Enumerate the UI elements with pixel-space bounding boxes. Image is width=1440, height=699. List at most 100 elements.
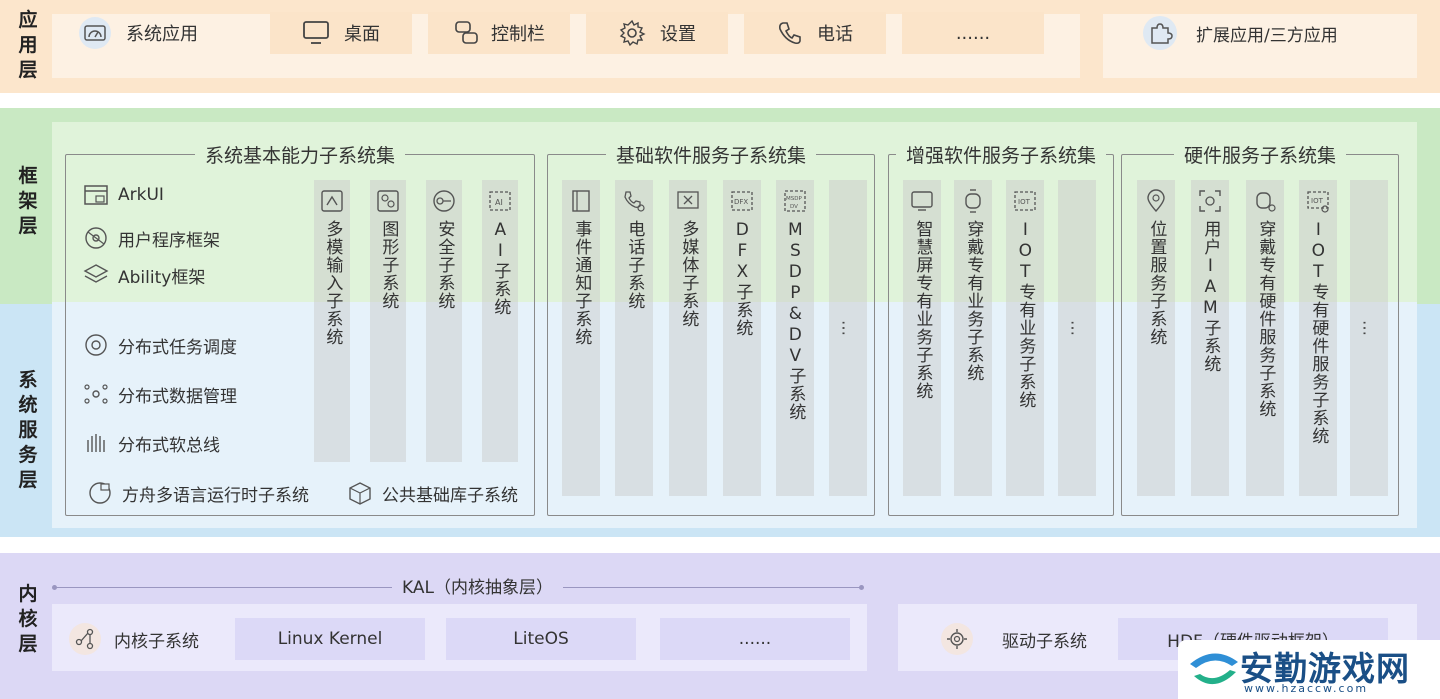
cap-item-arkui: ArkUI — [82, 182, 164, 208]
kernel-item-linux: Linux Kernel — [235, 618, 425, 660]
col-label: 位置服务子系统 — [1146, 220, 1167, 346]
col-ai: AI AI子系统 — [482, 180, 518, 462]
col-label: DFX子系统 — [732, 220, 753, 337]
msdp-icon: MSDP DV — [784, 190, 806, 212]
svg-text:MSDP: MSDP — [786, 196, 802, 202]
watermark-logo-icon — [1190, 653, 1238, 685]
col-telephony: 电话子系统 — [615, 180, 653, 496]
system-app-item: 系统应用 — [78, 12, 198, 54]
col-iot: IOT IOT专有业务子系统 — [1006, 180, 1044, 496]
layer-label-framework: 框 架 层 — [18, 165, 38, 237]
kernel-item-liteos: LiteOS — [446, 618, 636, 660]
col-wearable: 穿戴专有业务子系统 — [954, 180, 992, 496]
col-enhanced-more: … — [1058, 180, 1096, 496]
media-icon — [677, 191, 699, 209]
screen-icon — [911, 191, 933, 211]
target-icon — [85, 334, 107, 356]
cap-item-dist-data: 分布式数据管理 — [82, 381, 237, 407]
col-label: AI子系统 — [490, 220, 511, 316]
kal-label: KAL（内核抽象层） — [392, 573, 563, 598]
svg-text:AI: AI — [495, 198, 503, 207]
monitor-icon — [303, 21, 329, 44]
col-label: IOT专有业务子系统 — [1015, 220, 1036, 409]
cap-label: ArkUI — [118, 185, 164, 205]
kernel-subsystem-label: 内核子系统 — [114, 631, 199, 652]
app-item-label: 桌面 — [344, 24, 380, 45]
app-item-desktop: 桌面 — [270, 12, 412, 54]
runtime-icon — [89, 482, 111, 504]
group-title-hardware: 硬件服务子系统集 — [1173, 145, 1346, 167]
col-label: 事件通知子系统 — [571, 220, 592, 346]
col-graphics: 图形子系统 — [370, 180, 406, 462]
cap-item-softbus: 分布式软总线 — [82, 430, 220, 456]
group-title-basic: 系统基本能力子系统集 — [194, 145, 405, 167]
app-item-settings: 设置 — [586, 12, 728, 54]
col-multimodal-input: 多模输入子系统 — [314, 180, 350, 462]
layer-label-kernel: 内 核 层 — [18, 583, 38, 655]
key-icon — [433, 190, 455, 212]
app-item-more: ...... — [902, 12, 1044, 54]
driver-subsystem-item: 驱动子系统 — [940, 622, 1087, 656]
app-item-extended: 扩展应用/三方应用 — [1142, 12, 1338, 54]
app-item-control-bar: 控制栏 — [428, 12, 570, 54]
col-label: IOT专有硬件服务子系统 — [1308, 220, 1329, 445]
watch-gear-icon — [1256, 192, 1276, 212]
dashboard-icon — [79, 17, 111, 49]
svg-text:DV: DV — [790, 204, 798, 210]
col-label: 穿戴专有硬件服务子系统 — [1255, 220, 1276, 418]
cap-item-ability: Ability框架 — [82, 262, 205, 288]
col-label: 安全子系统 — [434, 220, 455, 310]
cap-label: 用户程序框架 — [118, 230, 220, 251]
driver-gear-icon — [941, 623, 973, 655]
cap-label: 公共基础库子系统 — [382, 485, 518, 506]
col-software-more: … — [829, 180, 867, 496]
col-label: 多模输入子系统 — [322, 220, 343, 346]
app-item-label: 控制栏 — [491, 24, 545, 45]
kernel-nodes-icon — [69, 623, 101, 655]
col-hardware-more: … — [1350, 180, 1388, 496]
col-label: 智慧屏专有业务子系统 — [912, 220, 933, 400]
col-user-iam: 用户IAM子系统 — [1191, 180, 1229, 496]
network-icon — [85, 227, 107, 249]
col-iot-hw: IOT IOT专有硬件服务子系统 — [1299, 180, 1337, 496]
col-more-label: … — [1067, 320, 1087, 338]
bus-icon — [87, 434, 105, 452]
iot-gear-icon: IOT — [1307, 191, 1329, 213]
app-item-label: 电话 — [817, 24, 853, 45]
kernel-item-more: ...... — [660, 618, 850, 660]
svg-text:IOT: IOT — [1018, 198, 1031, 206]
puzzle-icon — [1143, 16, 1177, 50]
watermark: 安勤游戏网 www.hzaccw.com — [1178, 640, 1440, 699]
cap-label: 分布式数据管理 — [118, 386, 237, 407]
col-wearable-hw: 穿戴专有硬件服务子系统 — [1246, 180, 1284, 496]
cap-label: Ability框架 — [118, 267, 206, 288]
location-pin-icon — [1147, 189, 1165, 213]
layer-label-app: 应 用 层 — [18, 9, 38, 81]
system-app-label: 系统应用 — [126, 24, 198, 45]
cap-label: 方舟多语言运行时子系统 — [122, 485, 309, 506]
iot-icon: IOT — [1014, 191, 1036, 211]
col-label: 穿戴专有业务子系统 — [963, 220, 984, 382]
col-label: 多媒体子系统 — [678, 220, 699, 328]
app-item-label: 设置 — [660, 24, 696, 45]
col-security: 安全子系统 — [426, 180, 462, 462]
col-multimedia: 多媒体子系统 — [669, 180, 707, 496]
cube-icon — [349, 482, 371, 505]
ai-icon: AI — [489, 191, 511, 211]
cap-label: 分布式软总线 — [118, 435, 220, 456]
app-item-label: ...... — [955, 22, 991, 44]
col-label: 用户IAM子系统 — [1200, 220, 1221, 373]
dfx-icon: DFX — [731, 191, 753, 211]
col-dfx: DFX DFX子系统 — [723, 180, 761, 496]
col-label: 图形子系统 — [378, 220, 399, 310]
col-event-notify: 事件通知子系统 — [562, 180, 600, 496]
app-item-label: 扩展应用/三方应用 — [1196, 25, 1338, 46]
layers-icon — [83, 264, 109, 283]
graphics-icon — [377, 190, 399, 212]
cap-label: 分布式任务调度 — [118, 337, 237, 358]
phone-icon — [779, 22, 801, 45]
watermark-url: www.hzaccw.com — [1244, 682, 1369, 695]
col-more-label: … — [838, 320, 858, 338]
group-title-enhanced: 增强软件服务子系统集 — [895, 145, 1106, 167]
data-nodes-icon — [84, 384, 108, 404]
